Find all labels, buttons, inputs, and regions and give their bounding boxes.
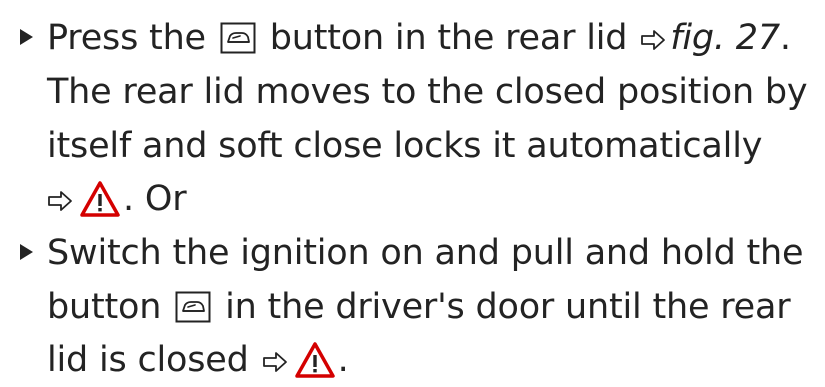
warning-triangle-icon[interactable] xyxy=(294,341,336,379)
step-1-line-3: itself and soft close locks it automatic… xyxy=(47,126,763,166)
step-2-line-1: Switch the ignition on and pull and hold… xyxy=(47,233,804,273)
reference-arrow-icon xyxy=(640,29,666,51)
step-1-line-4-text: . Or xyxy=(123,179,187,219)
rear-lid-close-button-icon xyxy=(220,22,256,54)
step-1-line-1-text-start: Press the xyxy=(47,18,206,58)
step-1-line-4: . Or xyxy=(47,172,187,226)
step-2-line-3-text: lid is closed xyxy=(47,340,249,380)
step-2-line-3-period: . xyxy=(337,340,349,380)
step-1-line-1-period: . xyxy=(779,18,791,58)
rear-lid-close-button-icon xyxy=(175,291,211,323)
bullet-arrow-icon xyxy=(20,29,33,45)
step-1-line-2: The rear lid moves to the closed positio… xyxy=(47,72,808,112)
figure-reference[interactable]: fig. 27 xyxy=(670,18,780,58)
reference-arrow-icon xyxy=(47,190,73,212)
step-1-line-1: Press the button in the rear lid fig. 27… xyxy=(47,11,791,65)
step-2-line-2: button in the driver's door until the re… xyxy=(47,280,791,334)
warning-triangle-icon[interactable] xyxy=(79,180,121,218)
manual-page: Press the button in the rear lid fig. 27… xyxy=(0,0,825,380)
step-1-line-1-text-end: button in the rear lid xyxy=(269,18,628,58)
bullet-arrow-icon xyxy=(20,244,33,260)
step-2-line-2-text-end: in the driver's door until the rear xyxy=(225,287,791,327)
step-2-line-2-text-start: button xyxy=(47,287,162,327)
reference-arrow-icon xyxy=(262,351,288,373)
